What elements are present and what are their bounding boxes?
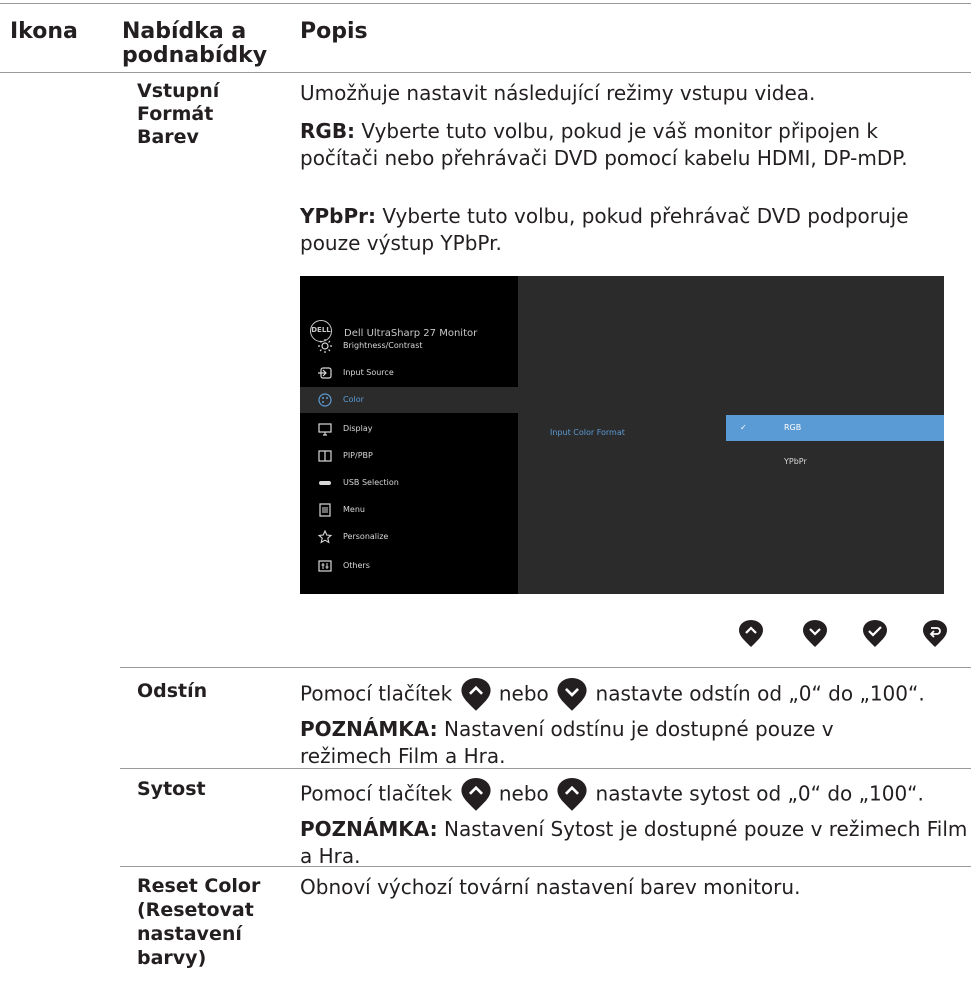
osd-item-label: PIP/PBP [343, 451, 373, 460]
row-name-reset-color: Reset Color (Resetovat nastavení barvy) [137, 875, 261, 969]
osd-field-label: Input Color Format [550, 428, 625, 437]
osd-item-label: Input Source [343, 368, 394, 377]
pip-icon [318, 450, 332, 462]
rgb-text: Vyberte tuto volbu, pokud je váš monitor… [300, 119, 908, 170]
osd-item-label: Brightness/Contrast [343, 341, 423, 350]
header-menu: Nabídka a podnabídky [122, 19, 268, 68]
saturation-text-a: Pomocí tlačítek [300, 781, 453, 806]
header-description: Popis [300, 19, 368, 44]
down-button-icon [557, 678, 587, 711]
osd-option-label: RGB [784, 423, 802, 432]
osd-option-rgb[interactable]: ✓ RGB [726, 415, 944, 441]
header-icon: Ikona [10, 19, 78, 44]
hue-text-b: nebo [498, 681, 549, 706]
row-name-saturation: Sytost [137, 778, 206, 800]
osd-item-label: Display [343, 424, 373, 433]
osd-option-ypbpr[interactable]: YPbPr [784, 457, 807, 466]
input-icon [318, 367, 332, 379]
others-icon [318, 560, 332, 572]
osd-item-display[interactable]: Display [300, 417, 518, 441]
osd-item-pip[interactable]: PIP/PBP [300, 444, 518, 468]
saturation-note-label: POZNÁMKA: [300, 817, 438, 841]
osd-item-label: Menu [343, 505, 365, 514]
ok-button-icon [863, 620, 887, 647]
top-rule [0, 3, 971, 4]
back-button-icon [923, 620, 947, 647]
hue-text-c: nastavte odstín od „0“ do „100“. [595, 681, 925, 706]
row-name-hue: Odstín [137, 680, 208, 702]
osd-item-personalize[interactable]: Personalize [300, 525, 518, 549]
header-rule [0, 72, 971, 73]
osd-sidebar: DELL Dell UltraSharp 27 Monitor Brightne… [300, 276, 518, 594]
hue-note: POZNÁMKA: Nastavení odstínu je dostupné … [300, 716, 930, 770]
ypbpr-description: YPbPr: Vyberte tuto volbu, pokud přehráv… [300, 203, 965, 257]
osd-item-brightness[interactable]: Brightness/Contrast [300, 334, 518, 358]
osd-item-label: Others [343, 561, 370, 570]
star-icon [318, 530, 332, 544]
row-rule [120, 768, 971, 769]
row-rule [120, 866, 971, 867]
osd-item-usb[interactable]: USB Selection [300, 471, 518, 495]
menu-icon [319, 503, 331, 517]
row-name-input-color: Vstupní Formát Barev [137, 80, 220, 148]
up-button-icon [460, 678, 491, 711]
osd-item-label: Personalize [343, 532, 389, 541]
reset-description: Obnoví výchozí tovární nastavení barev m… [300, 875, 801, 899]
osd-item-others[interactable]: Others [300, 554, 518, 578]
hue-description: Pomocí tlačítek nebo nastavte odstín od … [300, 678, 970, 712]
up-button-icon [557, 778, 587, 811]
usb-icon [319, 481, 331, 485]
saturation-description: Pomocí tlačítek nebo nastavte sytost od … [300, 778, 970, 812]
down-button-icon [803, 620, 827, 647]
monitor-icon [318, 423, 332, 436]
input-color-intro: Umožňuje nastavit následující režimy vst… [300, 81, 816, 105]
up-button-icon [460, 778, 491, 811]
check-icon: ✓ [740, 423, 747, 432]
ypbpr-label: YPbPr: [300, 204, 376, 228]
sun-icon [318, 339, 332, 353]
osd-item-label: USB Selection [343, 478, 399, 487]
saturation-note: POZNÁMKA: Nastavení Sytost je dostupné p… [300, 816, 970, 870]
osd-item-label: Color [343, 395, 364, 404]
osd-screenshot: DELL Dell UltraSharp 27 Monitor Brightne… [300, 276, 944, 594]
hue-text-a: Pomocí tlačítek [300, 681, 453, 706]
hue-note-label: POZNÁMKA: [300, 717, 438, 741]
rgb-description: RGB: Vyberte tuto volbu, pokud je váš mo… [300, 118, 940, 172]
osd-item-menu[interactable]: Menu [300, 498, 518, 522]
osd-item-input-source[interactable]: Input Source [300, 361, 518, 385]
row-rule [120, 667, 971, 668]
palette-icon [318, 393, 332, 407]
osd-item-color[interactable]: Color [300, 387, 518, 413]
saturation-text-c: nastavte sytost od „0“ do „100“. [595, 781, 924, 806]
up-button-icon [739, 620, 763, 647]
ypbpr-text: Vyberte tuto volbu, pokud přehrávač DVD … [300, 204, 909, 255]
saturation-text-b: nebo [498, 781, 549, 806]
rgb-label: RGB: [300, 119, 356, 143]
